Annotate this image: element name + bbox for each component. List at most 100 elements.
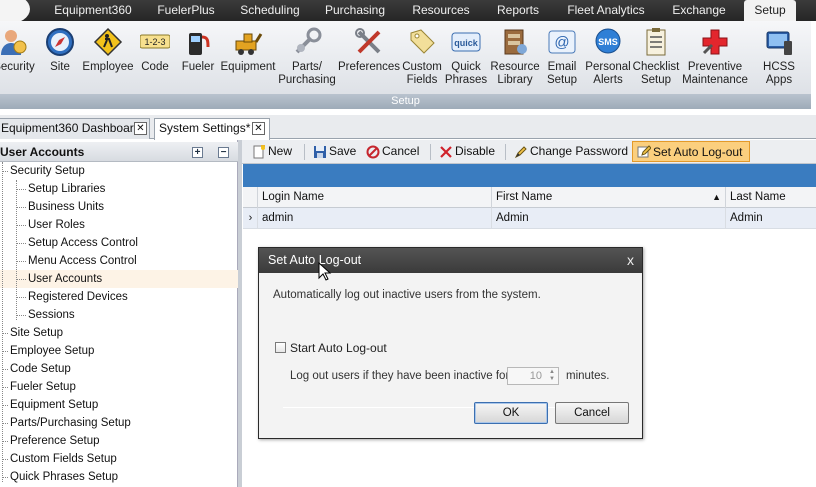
tools-icon <box>355 28 381 54</box>
dialog-title: Set Auto Log-out <box>268 253 362 267</box>
expand-all-icon[interactable]: + <box>192 147 203 158</box>
tab-system-settings[interactable]: System Settings* ✕ <box>154 118 270 140</box>
medical-cross-icon <box>702 29 728 55</box>
new-button[interactable]: New <box>248 141 292 162</box>
column-header-login-name[interactable]: Login Name <box>257 187 491 208</box>
tree-item[interactable]: Fueler Setup <box>0 378 238 396</box>
menu-tab-setup[interactable]: Setup <box>744 0 796 21</box>
table-row[interactable]: › admin Admin Admin <box>243 208 816 229</box>
ribbon-personal-alerts-button[interactable]: SMS Personal Alerts <box>584 27 632 93</box>
tree-item-label: Registered Devices <box>28 291 128 303</box>
ribbon-preventive-maintenance-button[interactable]: Preventive Maintenance <box>682 27 748 93</box>
ribbon-preferences-button[interactable]: Preferences <box>338 27 400 93</box>
tree-item[interactable]: Preference Setup <box>0 432 238 450</box>
ribbon-site-button[interactable]: Site <box>42 27 78 93</box>
start-auto-logout-label[interactable]: Start Auto Log-out <box>290 341 387 355</box>
menu-tab-reports[interactable]: Reports <box>486 0 550 21</box>
ribbon-security-button[interactable]: Security <box>0 27 36 93</box>
svg-text:1-2-3: 1-2-3 <box>144 37 165 47</box>
close-icon[interactable]: ✕ <box>134 122 147 135</box>
ribbon-code-button[interactable]: 1-2-3 Code <box>138 27 172 93</box>
ribbon-quick-phrases-button[interactable]: quick Quick Phrases <box>444 27 488 93</box>
tree-item[interactable]: Sessions <box>0 306 238 324</box>
edit-icon <box>637 145 651 158</box>
pane-splitter[interactable] <box>238 140 242 487</box>
tree-item[interactable]: Code Setup <box>0 360 238 378</box>
disable-button[interactable]: Disable <box>435 141 495 162</box>
tree-item[interactable]: Registered Devices <box>0 288 238 306</box>
svg-text:@: @ <box>554 34 569 51</box>
set-auto-logout-button[interactable]: Set Auto Log-out <box>632 141 750 162</box>
menu-tab-resources[interactable]: Resources <box>402 0 480 21</box>
tree-item-label: Quick Phrases Setup <box>10 471 119 483</box>
sort-ascending-icon: ▲ <box>712 192 721 202</box>
ok-button[interactable]: OK <box>474 402 548 424</box>
toolbar-separator <box>304 144 305 160</box>
tag-icon <box>410 29 435 54</box>
compass-icon <box>46 28 74 56</box>
ribbon-checklist-setup-button[interactable]: Checklist Setup <box>632 27 680 93</box>
menu-tab-purchasing[interactable]: Purchasing <box>314 0 396 21</box>
ribbon-hcss-apps-button[interactable]: HCSS Apps <box>750 27 808 93</box>
minutes-spinner[interactable]: 10 ▲ ▼ <box>507 367 559 385</box>
security-users-icon <box>1 30 27 55</box>
ribbon-fueler-button[interactable]: Fueler <box>178 27 218 93</box>
disable-x-icon <box>440 146 452 158</box>
column-header-first-name-label: First Name <box>496 191 553 203</box>
tree-item[interactable]: Site Setup <box>0 324 238 342</box>
tree-item[interactable]: Quick Phrases Setup <box>0 468 238 486</box>
ribbon-employee-button[interactable]: Employee <box>82 27 134 93</box>
menu-tab-exchange[interactable]: Exchange <box>662 0 736 21</box>
menu-tab-fuelerplus[interactable]: FuelerPlus <box>146 0 226 21</box>
apps-icon <box>766 31 792 55</box>
cell-last-name[interactable]: Admin <box>725 208 816 229</box>
ribbon-custom-fields-label: Custom Fields <box>402 61 442 86</box>
ribbon-preventive-maintenance-label: Preventive Maintenance <box>682 61 748 86</box>
tree-item[interactable]: Parts/Purchasing Setup <box>0 414 238 432</box>
dialog-cancel-button[interactable]: Cancel <box>555 402 629 424</box>
tree-item[interactable]: Menu Access Control <box>0 252 238 270</box>
tree-item[interactable]: Security Setup <box>0 162 238 180</box>
disable-button-label: Disable <box>455 144 496 158</box>
cancel-button[interactable]: Cancel <box>362 141 419 162</box>
inactive-prefix-text: Log out users if they have been inactive… <box>290 370 510 382</box>
collapse-all-icon[interactable]: − <box>218 147 229 158</box>
tree-item-label: Setup Libraries <box>28 183 106 195</box>
tab-equipment360-dashboard[interactable]: Equipment360 Dashboard ✕ <box>0 118 150 139</box>
cell-first-name[interactable]: Admin <box>491 208 725 229</box>
tree-item-label: Employee Setup <box>10 345 95 357</box>
tree-item[interactable]: Business Units <box>0 198 238 216</box>
start-auto-logout-checkbox[interactable] <box>275 342 286 353</box>
change-password-button[interactable]: Change Password <box>510 141 628 162</box>
column-header-last-name[interactable]: Last Name <box>725 187 816 208</box>
tab-equipment360-dashboard-label: Equipment360 Dashboard <box>1 121 141 135</box>
menu-tab-fleet-analytics[interactable]: Fleet Analytics <box>560 0 652 21</box>
tree-item[interactable]: User Roles <box>0 216 238 234</box>
tree-item[interactable]: Equipment Setup <box>0 396 238 414</box>
close-icon[interactable]: ✕ <box>252 122 265 135</box>
save-button[interactable]: Save <box>309 141 356 162</box>
tree-item[interactable]: User Accounts <box>0 270 238 288</box>
ribbon-resource-library-button[interactable]: Resource Library <box>490 27 540 93</box>
cancel-icon <box>366 145 380 159</box>
cell-login-name[interactable]: admin <box>257 208 491 229</box>
dialog-title-bar[interactable]: Set Auto Log-out x <box>259 248 642 273</box>
menu-tab-equipment360[interactable]: Equipment360 <box>44 0 142 21</box>
new-document-icon <box>253 145 265 159</box>
tree-item[interactable]: Custom Fields Setup <box>0 450 238 468</box>
ribbon-custom-fields-button[interactable]: Custom Fields <box>402 27 442 93</box>
ribbon-parts-purchasing-button[interactable]: Parts/ Purchasing <box>278 27 336 93</box>
ribbon-email-setup-button[interactable]: @ Email Setup <box>542 27 582 93</box>
ribbon-equipment-button[interactable]: Equipment <box>220 27 276 93</box>
tree-item[interactable]: Employee Setup <box>0 342 238 360</box>
spinner-arrows-icon[interactable]: ▲ ▼ <box>547 369 557 383</box>
menu-tab-scheduling[interactable]: Scheduling <box>230 0 310 21</box>
grid-header-row: Login Name First Name ▲ Last Name <box>243 187 816 208</box>
tree-item-label: Parts/Purchasing Setup <box>10 417 131 429</box>
tree-item[interactable]: Setup Access Control <box>0 234 238 252</box>
ribbon-hcss-apps-label: HCSS Apps <box>763 61 795 86</box>
set-auto-logout-button-label: Set Auto Log-out <box>653 145 743 159</box>
tree-item[interactable]: Setup Libraries <box>0 180 238 198</box>
column-header-first-name[interactable]: First Name ▲ <box>491 187 725 208</box>
close-icon[interactable]: x <box>627 248 634 273</box>
